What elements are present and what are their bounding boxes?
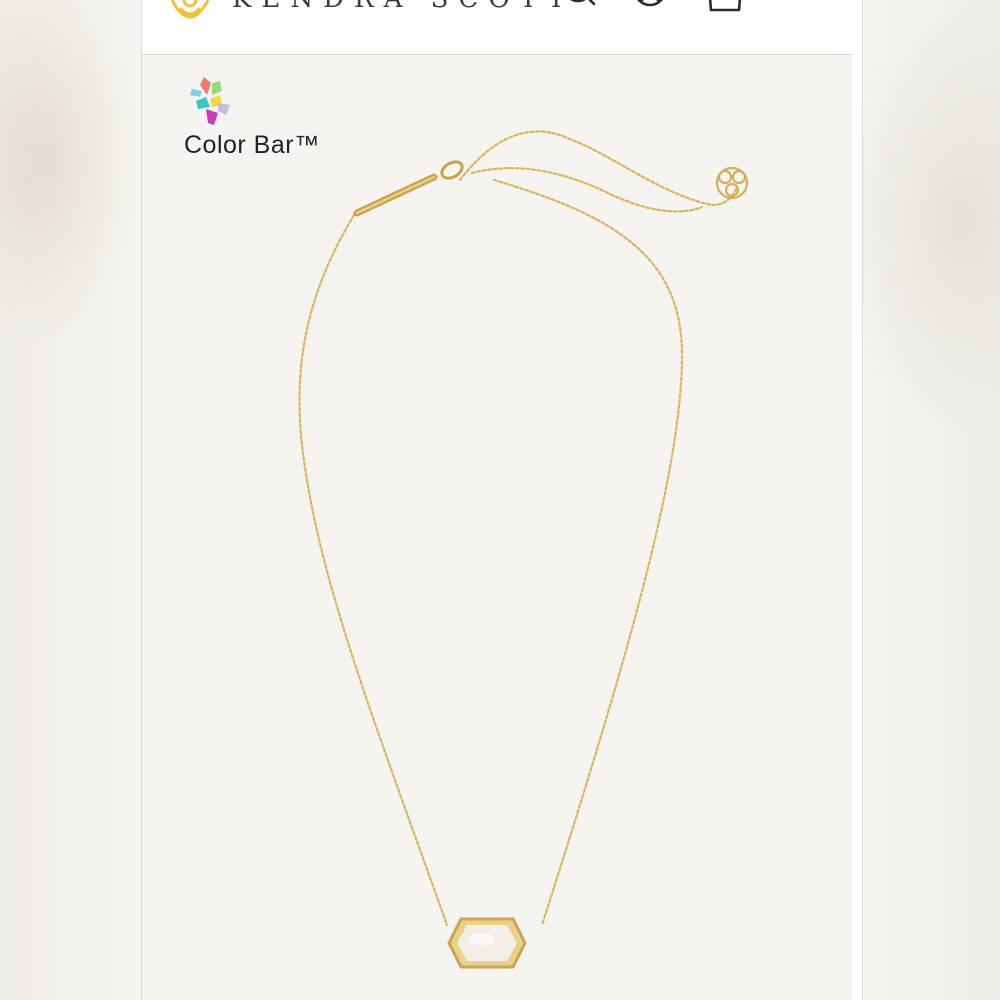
page-edge — [852, 0, 862, 1000]
mobile-page: KENDRA SCOTT Color Bar™ — [142, 0, 862, 1000]
kendra-scott-logo-icon[interactable] — [162, 0, 218, 26]
brand-wordmark[interactable]: KENDRA SCOTT — [232, 0, 575, 14]
site-header: KENDRA SCOTT — [142, 0, 852, 55]
menu-icon[interactable] — [782, 0, 822, 16]
necklace-product-image — [298, 130, 749, 969]
search-icon[interactable] — [560, 0, 600, 16]
account-icon[interactable] — [632, 0, 672, 16]
cart-icon[interactable] — [706, 0, 746, 16]
product-image-area[interactable]: Color Bar™ — [142, 55, 852, 1000]
